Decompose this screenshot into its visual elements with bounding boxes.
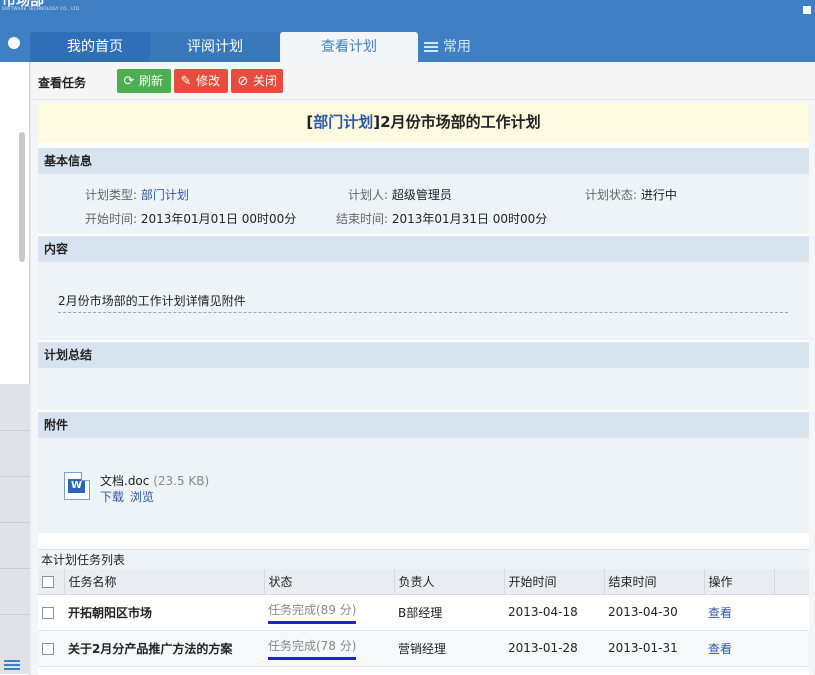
view-task-link[interactable]: 查看 [708,606,732,620]
top-header: 市场部 SOFTWARE TECHNOLOGY CO., LTD. [0,0,815,24]
sidebar-menu-area [0,384,30,674]
word-document-icon: W [64,472,90,500]
task-end: 2013-04-30 [604,594,704,631]
col-start[interactable]: 开始时间 [504,569,605,595]
table-header: 任务名称 状态 负责人 开始时间 结束时间 操作 [38,569,809,595]
download-link[interactable]: 下载 [100,490,124,504]
tab-common-label: 常用 [443,39,471,55]
plan-start-value: 2013年01月01日 00时00分 [140,212,297,226]
plan-category-link[interactable]: 部门计划 [313,113,373,131]
basic-info-body: 计划类型: 部门计划 计划人: 超级管理员 计划状态: 进行中 开始时间: 20… [38,174,809,234]
refresh-icon: ⟳ [123,74,135,89]
attachment-size: (23.5 KB) [153,474,210,488]
logo-subtitle: SOFTWARE TECHNOLOGY CO., LTD. [2,6,81,11]
select-all-cell [38,569,65,595]
sidebar [0,62,30,675]
col-owner[interactable]: 负责人 [394,569,505,595]
plan-type-value[interactable]: 部门计划 [141,188,189,202]
tab-review-plan[interactable]: 评阅计划 [150,32,280,62]
plan-start-label: 开始时间: [85,212,138,226]
summary-body [38,368,809,410]
task-status: 任务完成(89 分) [268,601,357,624]
row-checkbox[interactable] [42,642,54,655]
select-all-checkbox[interactable] [42,575,54,588]
row-checkbox[interactable] [42,606,54,619]
task-name: 开拓朝阳区市场 [64,594,264,631]
nav-bar: 我的首页 评阅计划 查看计划 常用 [0,24,815,62]
col-action: 操作 [704,569,775,595]
col-status[interactable]: 状态 [264,569,395,595]
refresh-button[interactable]: ⟳ 刷新 [117,69,171,93]
attachments-body: W 文档.doc (23.5 KB) 下载 浏览 [38,438,809,533]
edit-button[interactable]: ✎ 修改 [174,69,228,93]
menu-icon [424,40,438,54]
plan-type-label: 计划类型: [85,188,138,202]
close-button[interactable]: ⊘ 关闭 [231,69,283,93]
table-row: 开拓朝阳区市场 任务完成(89 分) B部经理 2013-04-18 2013-… [38,594,809,631]
task-table: 任务名称 状态 负责人 开始时间 结束时间 操作 开拓朝阳区市场 任务完成(89… [38,569,809,667]
task-owner: 营销经理 [394,630,504,667]
tab-view-plan[interactable]: 查看计划 [280,32,418,62]
refresh-label: 刷新 [139,74,164,88]
page-title: [部门计划]2月份市场部的工作计划 [38,102,809,142]
tab-home[interactable]: 我的首页 [30,32,160,62]
edit-label: 修改 [196,74,221,88]
table-row: 关于2月分产品推广方法的方案 任务完成(78 分) 营销经理 2013-01-2… [38,630,809,667]
plan-status-value: 进行中 [640,188,677,202]
sidebar-menu-icon[interactable] [4,658,20,672]
window-control-icon[interactable] [803,6,811,14]
task-name: 关于2月分产品推广方法的方案 [64,630,264,667]
view-task-link[interactable]: 查看 [708,642,732,656]
task-start: 2013-01-28 [504,630,604,667]
plan-content-text: 2月份市场部的工作计划详情见附件 [58,292,788,313]
content-body: 2月份市场部的工作计划详情见附件 [38,262,809,340]
col-end[interactable]: 结束时间 [604,569,705,595]
task-owner: B部经理 [394,594,504,631]
task-end: 2013-01-31 [604,630,704,667]
main-panel: 查看任务 ⟳ 刷新 ✎ 修改 ⊘ 关闭 [部门计划]2月份市场部的工作计划 基本信息 … [31,62,815,675]
toolbar: 查看任务 ⟳ 刷新 ✎ 修改 ⊘ 关闭 [31,62,815,100]
tab-common[interactable]: 常用 [424,32,504,62]
section-content: 内容 [38,236,809,262]
task-start: 2013-04-18 [504,594,604,631]
toolbar-title: 查看任务 [38,76,87,90]
task-status: 任务完成(78 分) [268,637,357,660]
task-list-caption: 本计划任务列表 [38,549,809,569]
plan-end-label: 结束时间: [336,212,389,226]
section-summary: 计划总结 [38,342,809,368]
close-icon: ⊘ [237,74,249,89]
plan-detail: [部门计划]2月份市场部的工作计划 基本信息 计划类型: 部门计划 计划人: 超… [38,102,809,675]
section-attachments: 附件 [38,412,809,438]
close-label: 关闭 [253,74,278,88]
plan-status-label: 计划状态: [585,188,638,202]
plan-owner-value: 超级管理员 [391,188,452,202]
col-task-name[interactable]: 任务名称 [64,569,265,595]
preview-link[interactable]: 浏览 [130,490,154,504]
section-basic-info: 基本信息 [38,148,809,174]
plan-title: 2月份市场部的工作计划 [380,113,541,131]
pencil-icon: ✎ [180,74,192,89]
sidebar-scrollbar[interactable] [19,132,25,262]
attachment-name: 文档.doc [100,474,150,488]
plan-end-value: 2013年01月31日 00时00分 [391,212,548,226]
plan-owner-label: 计划人: [348,188,389,202]
sidebar-toggle-icon[interactable] [8,37,20,49]
